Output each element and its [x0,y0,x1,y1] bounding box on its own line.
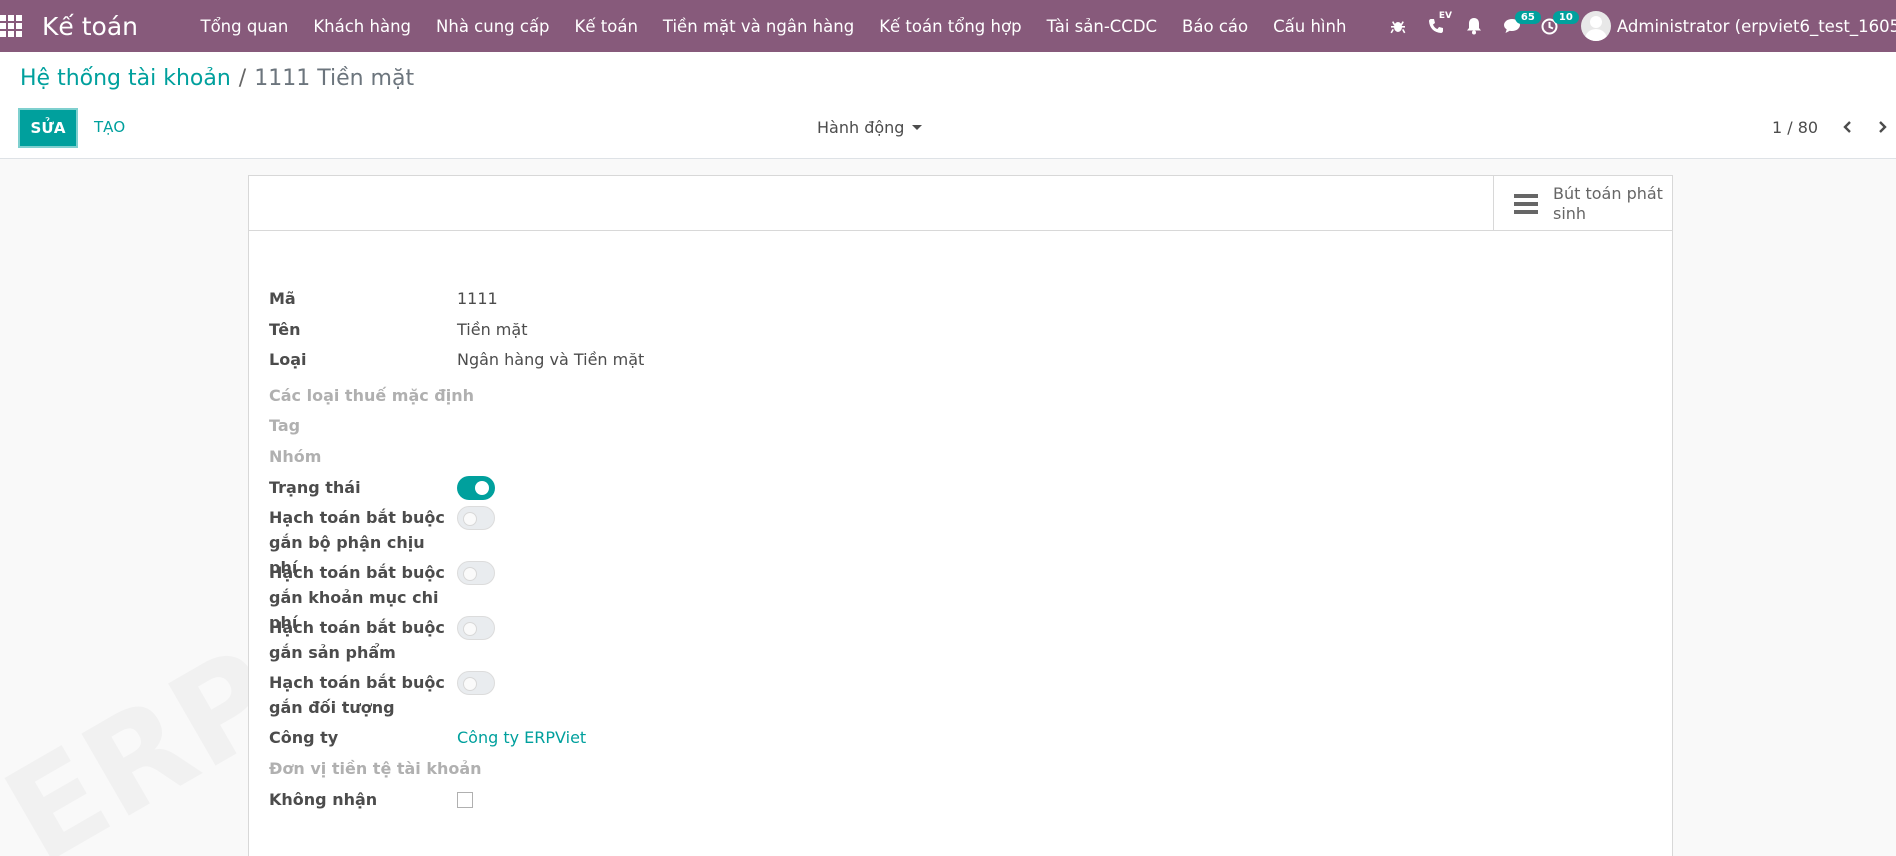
messages-icon[interactable]: 65 [1493,0,1541,52]
req-expense-item-toggle[interactable] [457,561,495,585]
activities-clock-icon[interactable]: 10 [1531,0,1579,52]
not-accept-checkbox[interactable] [457,792,473,808]
menu-item-reports[interactable]: Báo cáo [1170,17,1261,36]
field-req-partner: Hạch toán bắt buộc gắn đối tượng [269,670,495,720]
field-company: Công ty Công ty ERPViet [269,725,586,750]
menu-item-vendors[interactable]: Nhà cung cấp [424,17,563,36]
field-type: Loại Ngân hàng và Tiền mặt [269,347,644,372]
req-partner-label: Hạch toán bắt buộc gắn đối tượng [269,673,445,717]
bug-icon[interactable] [1379,0,1417,52]
code-label: Mã [269,289,296,308]
create-button[interactable]: TẠO [94,118,125,136]
field-name: Tên Tiền mặt [269,317,527,342]
name-value: Tiền mặt [457,320,528,339]
menu-item-customers[interactable]: Khách hàng [301,17,424,36]
company-label: Công ty [269,728,339,747]
journal-items-button[interactable]: Bút toán phát sinh [1493,176,1672,231]
user-name: Administrator (erpviet6_test_160522) [1616,16,1896,36]
action-dropdown-label: Hành động [817,118,905,137]
avatar [1580,11,1611,41]
currency-label: Đơn vị tiền tệ tài khoản [269,759,482,778]
chevron-right-icon [1879,121,1887,133]
not-accept-label: Không nhận [269,790,378,809]
activities-count-badge: 10 [1552,11,1579,24]
caret-down-icon [912,125,923,130]
menu-item-cash-bank[interactable]: Tiền mặt và ngân hàng [650,17,866,36]
breadcrumb: Hệ thống tài khoản / 1111 Tiền mặt [20,66,414,91]
menu-item-overview[interactable]: Tổng quan [188,17,301,36]
req-product-toggle[interactable] [457,616,495,640]
action-dropdown[interactable]: Hành động [817,118,923,137]
field-req-product: Hạch toán bắt buộc gắn sản phẩm [269,615,495,665]
app-brand[interactable]: Kế toán [42,12,138,41]
default-taxes-label: Các loại thuế mặc định [269,386,475,405]
phone-icon[interactable]: EV [1417,0,1455,52]
ev-tag: EV [1438,11,1453,21]
req-product-label: Hạch toán bắt buộc gắn sản phẩm [269,618,445,662]
type-label: Loại [269,350,307,369]
apps-menu-icon[interactable] [0,0,22,52]
menu-item-accounting[interactable]: Kế toán [562,17,650,36]
button-box: Bút toán phát sinh [249,176,1672,231]
menu-item-general-accounting[interactable]: Kế toán tổng hợp [867,17,1034,36]
top-navbar: Kế toán Tổng quan Khách hàng Nhà cung cấ… [0,0,1896,52]
field-default-taxes: Các loại thuế mặc định [269,383,529,408]
breadcrumb-current: 1111 Tiền mặt [254,66,415,91]
group-label: Nhóm [269,447,322,466]
req-department-toggle[interactable] [457,506,495,530]
form-sheet: Bút toán phát sinh Mã 1111 Tên Tiền mặt … [248,175,1673,856]
edit-button[interactable]: SỬA [18,108,78,148]
field-status: Trạng thái [269,475,495,500]
user-menu[interactable]: Administrator (erpviet6_test_160522) [1580,11,1896,41]
status-label: Trạng thái [269,478,361,497]
field-currency: Đơn vị tiền tệ tài khoản [269,756,529,781]
journal-items-label: Bút toán phát sinh [1553,183,1663,223]
field-not-accept: Không nhận [269,787,473,812]
tag-label: Tag [269,416,301,435]
type-value: Ngân hàng và Tiền mặt [457,350,645,369]
bell-icon[interactable] [1455,0,1493,52]
req-partner-toggle[interactable] [457,671,495,695]
company-link[interactable]: Công ty ERPViet [457,725,586,750]
systray: EV 65 10 Administrator (erpviet6_test_16… [1379,0,1896,52]
breadcrumb-separator: / [238,66,247,91]
code-value: 1111 [457,289,498,308]
pager-next-button[interactable] [1870,114,1894,140]
pager-previous-button[interactable] [1836,114,1860,140]
menu-item-configuration[interactable]: Cấu hình [1261,17,1359,36]
control-panel: Hệ thống tài khoản / 1111 Tiền mặt SỬA T… [0,52,1896,159]
main-menu: Tổng quan Khách hàng Nhà cung cấp Kế toá… [188,17,1359,36]
field-group: Nhóm [269,444,457,469]
name-label: Tên [269,320,301,339]
breadcrumb-parent-link[interactable]: Hệ thống tài khoản [20,66,231,91]
field-tag: Tag [269,413,457,438]
pager-value[interactable]: 1 / 80 [1772,118,1818,137]
status-toggle[interactable] [457,476,495,500]
list-bars-icon [1514,193,1538,214]
chevron-left-icon [1843,121,1851,133]
menu-item-assets[interactable]: Tài sản-CCDC [1034,17,1169,36]
field-code: Mã 1111 [269,286,498,311]
